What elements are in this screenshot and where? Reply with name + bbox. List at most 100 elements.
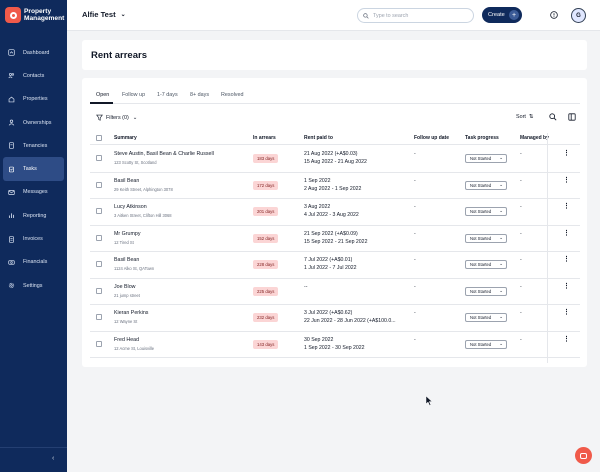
managed-by: -: [520, 204, 522, 210]
columns-icon[interactable]: [568, 113, 576, 121]
properties-icon: [8, 96, 15, 103]
header-rent-paid-to[interactable]: Rent paid to: [304, 135, 333, 141]
tab-follow-up[interactable]: Follow up: [122, 92, 145, 98]
row-checkbox[interactable]: [96, 261, 102, 267]
row-checkbox[interactable]: [96, 287, 102, 294]
table-row[interactable]: Lucy Atkinson 3 Aitken Street, Clifton Hi…: [90, 199, 580, 226]
sidebar-item-reporting[interactable]: Reporting: [0, 204, 67, 227]
table-row[interactable]: Joe Blow 21 jump street 225 days -- - Not Sta…: [90, 279, 580, 305]
row-menu-icon[interactable]: ⋮: [563, 336, 570, 343]
sidebar-item-messages[interactable]: Messages: [0, 181, 67, 204]
chevron-down-icon: ⌄: [499, 234, 503, 240]
arrears-badge: 201 days: [253, 207, 279, 216]
task-progress-value: Not Started: [470, 209, 492, 214]
follow-up-date: -: [414, 283, 416, 290]
header-in-arrears[interactable]: In arrears: [253, 135, 276, 141]
search-icon[interactable]: [549, 113, 557, 121]
select-all-checkbox[interactable]: [96, 135, 102, 141]
create-button[interactable]: Create +: [482, 7, 522, 23]
row-menu-icon[interactable]: ⋮: [563, 177, 570, 184]
sidebar-item-settings[interactable]: Settings: [0, 274, 67, 297]
row-menu-icon[interactable]: ⋮: [563, 150, 570, 157]
table-row[interactable]: Kieran Perkins 12 Wayne St 232 days 3 Jul 2…: [90, 305, 580, 332]
task-progress-select[interactable]: Not Started ⌄: [465, 339, 507, 349]
row-checkbox[interactable]: [96, 234, 102, 241]
managed-by: -: [520, 230, 522, 237]
rent-paid-to-date: 7 Jul 2022 (+A$0.01): [304, 257, 353, 263]
tab-resolved[interactable]: Resolved: [221, 92, 243, 98]
sort-button[interactable]: Sort ⇅: [516, 114, 533, 120]
task-progress-select[interactable]: Not Started ⌄: [465, 154, 507, 163]
row-checkbox[interactable]: [96, 314, 102, 320]
task-progress-select[interactable]: Not Started ⌄: [465, 313, 507, 322]
collapse-sidebar-button[interactable]: ‹: [52, 455, 54, 462]
sidebar-item-dashboard[interactable]: Dashboard: [0, 41, 67, 64]
tab-1-7-days[interactable]: 1-7 days: [157, 92, 178, 98]
rent-paid-period: 1 Sep 2022 - 30 Sep 2022: [304, 344, 365, 351]
table-row[interactable]: Mr Grumpy 12 Tired St 152 days 21 Sep 2022 …: [90, 226, 580, 252]
row-checkbox[interactable]: [96, 155, 102, 161]
tenant-name[interactable]: Basil Bean: [114, 257, 139, 263]
account-switcher[interactable]: Alfie Test ⌄: [82, 10, 126, 19]
brand[interactable]: Property Management: [5, 7, 64, 23]
tab-open[interactable]: Open: [96, 92, 109, 98]
sidebar-item-tenancies[interactable]: Tenancies: [0, 134, 67, 157]
task-progress-value: Not Started: [470, 182, 492, 188]
tenant-name[interactable]: Lucy Atkinson: [114, 204, 147, 210]
tenant-name[interactable]: Joe Blow: [114, 284, 136, 290]
header-managed-by[interactable]: Managed by: [520, 135, 549, 141]
task-progress-select[interactable]: Not Started ⌄: [465, 180, 507, 190]
search-box[interactable]: [357, 8, 474, 23]
row-menu-icon[interactable]: ⋮: [563, 203, 570, 210]
table-row[interactable]: Fred Head 12 Acme St, Louisville 143 days 3…: [90, 332, 580, 358]
tenant-name[interactable]: Mr Grumpy: [114, 231, 141, 237]
tenancies-icon: [8, 142, 15, 149]
row-checkbox[interactable]: [96, 340, 102, 347]
property-address: 21 jump street: [114, 292, 140, 298]
row-checkbox[interactable]: [96, 181, 102, 188]
table-row[interactable]: Basil Bean 29 Keith Street, Alphington 30…: [90, 173, 580, 199]
sidebar-item-label: Ownerships: [23, 119, 52, 126]
header-task-progress[interactable]: Task progress: [465, 135, 499, 141]
avatar[interactable]: G: [571, 8, 586, 23]
task-progress-select[interactable]: Not Started ⌄: [465, 233, 507, 243]
arrears-card: Open Follow up 1-7 days 8+ days Resolved Fil…: [82, 78, 587, 367]
task-progress-select[interactable]: Not Started ⌄: [465, 286, 507, 296]
row-menu-icon[interactable]: ⋮: [563, 309, 570, 316]
brand-name-line1: Property: [24, 7, 52, 15]
row-menu-icon[interactable]: ⋮: [563, 283, 570, 290]
sidebar-item-tasks[interactable]: Tasks: [3, 157, 64, 181]
page-header: Rent arrears: [82, 40, 587, 70]
tenant-name[interactable]: Steve Austin, Basil Bean & Charlie Russe…: [114, 151, 214, 157]
sidebar-item-financials[interactable]: Financials: [0, 251, 67, 274]
tab-8-days[interactable]: 8+ days: [190, 92, 209, 98]
sidebar-item-label: Tenancies: [23, 142, 48, 149]
sidebar-item-ownerships[interactable]: Ownerships: [0, 111, 67, 134]
create-label: Create: [488, 12, 505, 18]
sidebar-item-properties[interactable]: Properties: [0, 88, 67, 111]
header-summary[interactable]: Summary: [114, 135, 137, 141]
sidebar: Property Management Dashboard Contacts Pro…: [0, 0, 67, 472]
header-follow-up-date[interactable]: Follow up date: [414, 135, 449, 141]
tenant-name[interactable]: Kieran Perkins: [114, 310, 148, 316]
sidebar-item-invoices[interactable]: Invoices: [0, 227, 67, 250]
table-row[interactable]: Steve Austin, Basil Bean & Charlie Russe…: [90, 146, 580, 173]
row-menu-icon[interactable]: ⋮: [563, 256, 570, 263]
row-menu-icon[interactable]: ⋮: [563, 230, 570, 237]
task-progress-value: Not Started: [470, 315, 492, 320]
search-input[interactable]: [373, 12, 473, 19]
sidebar-item-label: Invoices: [23, 236, 43, 243]
table-row[interactable]: Basil Bean 1124 Alko St, QATown 228 days 7 …: [90, 252, 580, 279]
help-icon[interactable]: [550, 11, 558, 19]
tenant-name[interactable]: Fred Head: [114, 337, 139, 343]
tenant-name[interactable]: Basil Bean: [114, 178, 139, 184]
chat-button[interactable]: [575, 447, 592, 464]
task-progress-select[interactable]: Not Started ⌄: [465, 207, 507, 216]
account-name: Alfie Test: [82, 10, 116, 19]
filters-button[interactable]: Filters (0) ⌄: [96, 114, 137, 121]
row-checkbox[interactable]: [96, 208, 102, 214]
financials-icon: [8, 259, 15, 266]
brand-name-line2: Management: [24, 15, 65, 22]
sidebar-item-contacts[interactable]: Contacts: [0, 64, 67, 87]
task-progress-select[interactable]: Not Started ⌄: [465, 260, 507, 269]
